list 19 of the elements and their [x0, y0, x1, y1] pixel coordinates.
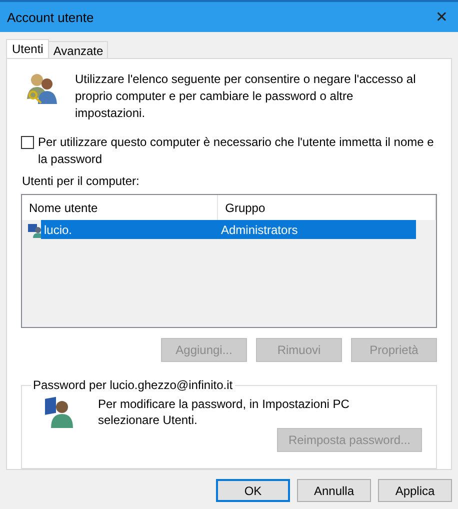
users-label: Utenti per il computer:: [22, 174, 140, 188]
group-title: Password per lucio.ghezzo@infinito.it: [32, 378, 234, 392]
user-row[interactable]: lucio. Administrators: [41, 220, 416, 239]
password-info-text: Per modificare la password, in Impostazioni PC selezionare Utenti.: [98, 396, 350, 428]
table-cell: Administrators: [221, 222, 298, 236]
dialog-button[interactable]: OK: [216, 479, 290, 502]
users-key-icon: [25, 71, 59, 105]
tab[interactable]: Utenti: [6, 39, 50, 58]
dialog-button[interactable]: Annulla: [297, 479, 371, 502]
close-button[interactable]: ✕: [429, 8, 454, 26]
intro-text: Utilizzare l'elenco seguente per consentire o negare l'accesso al proprio computer e per cambiare le password o altre impostazioni.: [75, 71, 417, 122]
checkbox[interactable]: [21, 136, 34, 149]
dialog-button[interactable]: Applica: [378, 479, 452, 502]
tab[interactable]: Avanzate: [48, 41, 108, 58]
user-icon: [44, 396, 74, 428]
table-cell-text: lucio.: [43, 222, 74, 236]
checkbox-label: Per utilizzare questo computer è necessario che l'utente immetta il nome e la password: [38, 134, 435, 168]
window-title: Account utente: [7, 10, 94, 24]
user-computer-icon: [27, 222, 43, 238]
